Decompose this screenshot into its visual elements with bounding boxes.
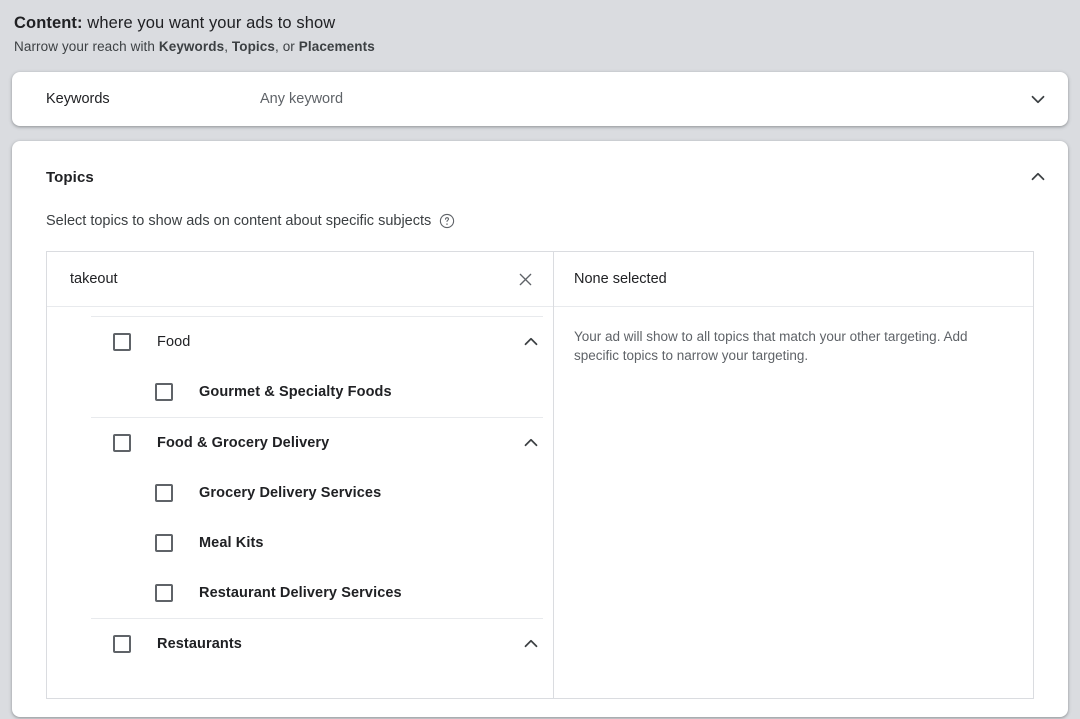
topic-row[interactable]: Grocery Delivery Services [47, 468, 553, 518]
topic-label: Food & Grocery Delivery [157, 435, 330, 451]
topic-row[interactable]: Food [47, 317, 553, 367]
topics-selection-panel: None selected Your ad will show to all t… [554, 252, 1033, 698]
topic-label: Restaurants [157, 636, 242, 652]
topics-header: Topics [12, 141, 1068, 189]
topic-row[interactable]: Restaurant Delivery Services [47, 568, 553, 618]
subtitle-placements: Placements [298, 39, 375, 54]
page-title: Content: where you want your ads to show [14, 12, 1080, 34]
chevron-up-icon[interactable] [519, 632, 543, 656]
close-icon[interactable] [513, 267, 537, 291]
keywords-label: Keywords [46, 91, 110, 107]
topics-picker: Food Gourmet & Specialty Foods Food & Groc… [46, 251, 1034, 699]
subtitle-sep-2: , or [275, 39, 299, 54]
subtitle-pre: Narrow your reach with [14, 39, 159, 54]
page-root: Content: where you want your ads to show… [0, 0, 1080, 719]
selection-description: Your ad will show to all topics that mat… [574, 329, 968, 363]
topic-label: Gourmet & Specialty Foods [199, 384, 392, 400]
page-title-strong: Content: [14, 14, 83, 32]
chevron-up-icon[interactable] [519, 431, 543, 455]
topic-row[interactable]: Gourmet & Specialty Foods [47, 367, 553, 417]
topics-subtitle-row: Select topics to show ads on content abo… [12, 189, 1068, 229]
chevron-down-icon[interactable] [1026, 87, 1050, 111]
topic-label: Meal Kits [199, 535, 264, 551]
topic-checkbox[interactable] [155, 383, 173, 401]
topic-label: Restaurant Delivery Services [199, 585, 402, 601]
keywords-card[interactable]: Keywords Any keyword [12, 72, 1068, 126]
help-circle-icon[interactable] [439, 213, 455, 229]
topics-title: Topics [46, 168, 94, 186]
topics-search-row [47, 252, 553, 307]
topics-browse-panel: Food Gourmet & Specialty Foods Food & Groc… [47, 252, 554, 698]
topic-checkbox[interactable] [155, 534, 173, 552]
content-header: Content: where you want your ads to show… [0, 0, 1080, 57]
subtitle-keywords: Keywords [158, 39, 225, 54]
tree-scrollbar[interactable] [545, 308, 553, 698]
subtitle-topics: Topics [231, 39, 275, 54]
topic-checkbox[interactable] [155, 584, 173, 602]
topic-checkbox[interactable] [113, 635, 131, 653]
topic-row[interactable]: Food & Grocery Delivery [47, 418, 553, 468]
topics-tree-scroll[interactable]: Food Gourmet & Specialty Foods Food & Groc… [47, 307, 553, 698]
topic-label: Food [157, 334, 191, 350]
keywords-value: Any keyword [260, 91, 344, 107]
page-subtitle: Narrow your reach with Keywords, Topics,… [14, 37, 1080, 57]
topics-tree: Food Gourmet & Specialty Foods Food & Groc… [47, 316, 553, 669]
topics-subtitle: Select topics to show ads on content abo… [46, 213, 432, 229]
topic-checkbox[interactable] [155, 484, 173, 502]
chevron-up-icon[interactable] [519, 330, 543, 354]
topic-label: Grocery Delivery Services [199, 485, 382, 501]
topic-checkbox[interactable] [113, 333, 131, 351]
page-title-rest: where you want your ads to show [82, 14, 336, 32]
chevron-up-icon[interactable] [1026, 165, 1050, 189]
subtitle-sep-1: , [224, 39, 232, 54]
topics-card: Topics Select topics to show ads on cont… [12, 141, 1068, 717]
topic-checkbox[interactable] [113, 434, 131, 452]
selection-heading: None selected [554, 252, 1033, 307]
topic-row[interactable]: Restaurants [47, 619, 553, 669]
search-input[interactable] [70, 271, 513, 287]
topic-row[interactable]: Meal Kits [47, 518, 553, 568]
